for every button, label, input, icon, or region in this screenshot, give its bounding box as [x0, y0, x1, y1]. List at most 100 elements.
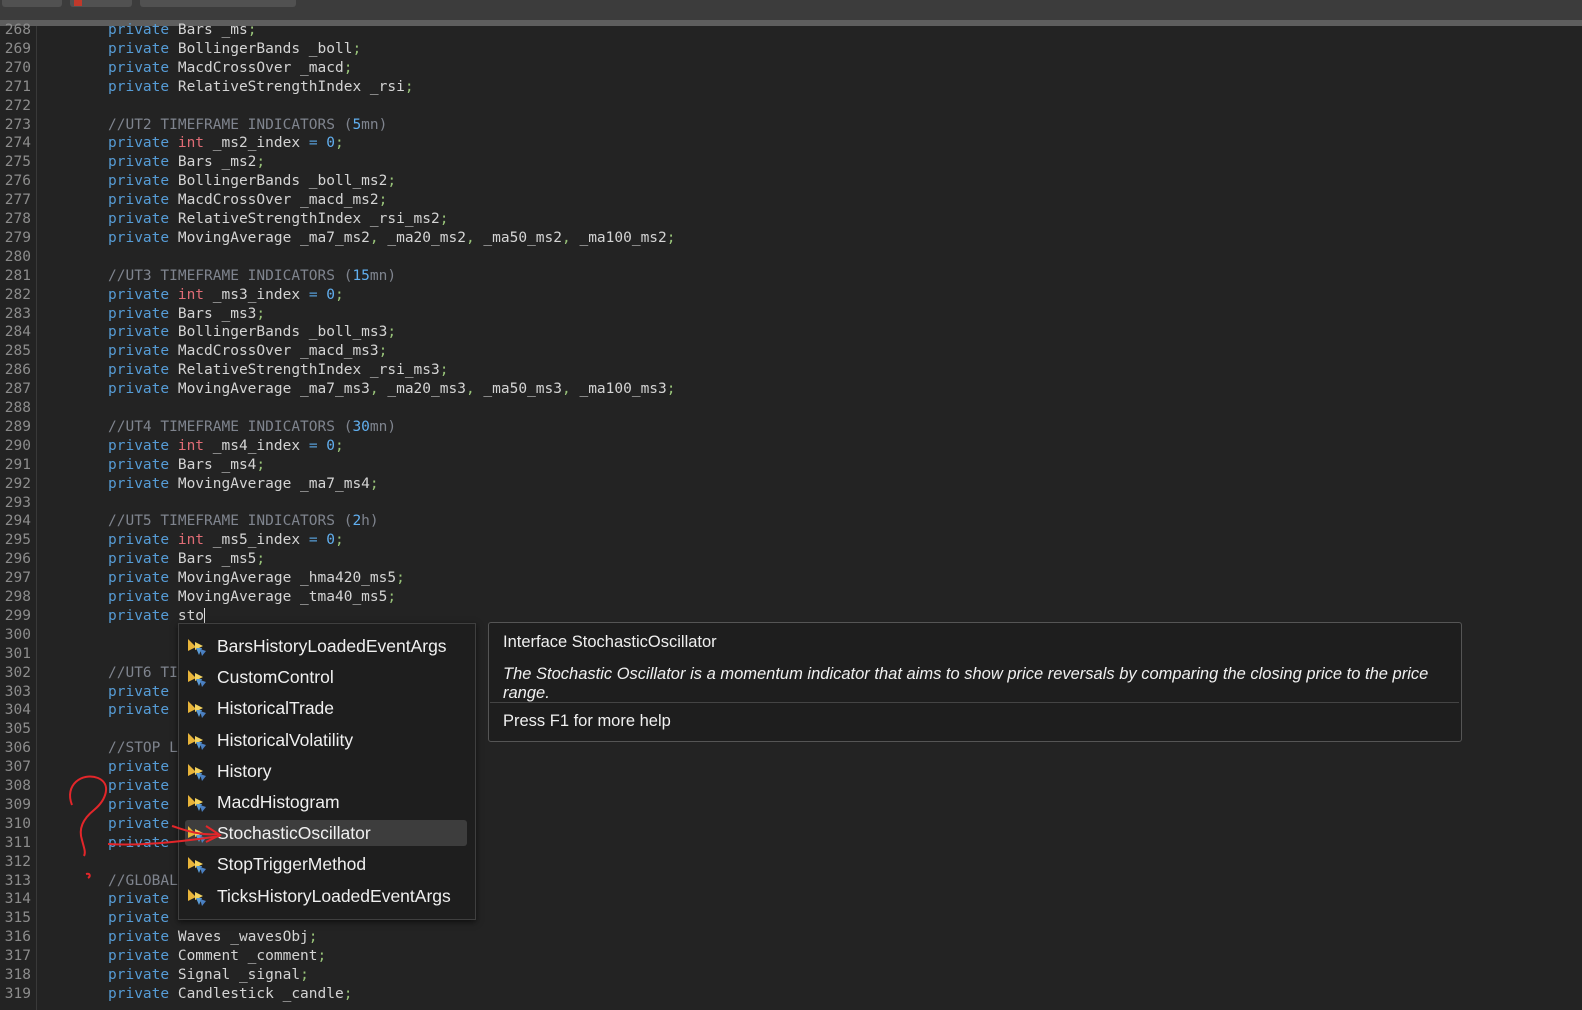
line-number: 281	[4, 267, 31, 284]
code-token: private	[108, 381, 178, 398]
code-token: MacdCrossOver _macd_ms2	[177, 192, 379, 209]
line-number: 297	[4, 570, 31, 587]
code-token: private	[108, 929, 178, 946]
completion-item-label: TicksHistoryLoadedEventArgs	[217, 885, 451, 906]
code-text: private int _ms5_index = 0;	[108, 531, 344, 550]
code-line[interactable]: 278 private RelativeStrengthIndex _rsi_ms…	[0, 210, 1582, 229]
editor-tab[interactable]	[2, 0, 62, 7]
completion-item[interactable]: HistoricalTrade	[185, 695, 467, 721]
completion-item-label: CustomControl	[217, 667, 334, 688]
code-token: private	[108, 40, 178, 57]
code-text: //UT4 TIMEFRAME INDICATORS (30mn)	[108, 418, 396, 437]
code-token: _ma100_ms2	[570, 229, 667, 246]
completion-item[interactable]: HistoricalVolatility	[185, 727, 467, 753]
code-token: RelativeStrengthIndex _rsi_ms3	[177, 362, 440, 379]
code-line[interactable]: 270 private MacdCrossOver _macd;	[0, 59, 1582, 78]
code-line[interactable]: 280	[0, 248, 1582, 267]
code-token: //UT5 TIMEFRAME INDICATORS (	[108, 513, 353, 530]
editor-tab[interactable]	[140, 0, 296, 7]
code-token: _ms2_index	[204, 135, 309, 152]
completion-item[interactable]: BarsHistoryLoadedEventArgs	[185, 633, 467, 659]
code-text: private Bars _ms3;	[108, 305, 265, 324]
code-token: Bars _ms	[177, 22, 248, 38]
code-line[interactable]: 291 private Bars _ms4;	[0, 456, 1582, 475]
code-line[interactable]: 283 private Bars _ms3;	[0, 305, 1582, 324]
line-number: 303	[4, 683, 31, 700]
code-line[interactable]: 294 //UT5 TIMEFRAME INDICATORS (2h)	[0, 512, 1582, 531]
code-token: ;	[256, 154, 266, 171]
code-token: 2	[352, 513, 362, 530]
code-token: private	[108, 59, 178, 76]
code-text: //UT3 TIMEFRAME INDICATORS (15mn)	[108, 267, 396, 286]
code-token: private	[108, 324, 178, 341]
code-token: ;	[256, 551, 266, 568]
code-token: ;	[352, 40, 362, 57]
code-line[interactable]: 275 private Bars _ms2;	[0, 153, 1582, 172]
code-text: private RelativeStrengthIndex _rsi;	[108, 78, 414, 97]
code-line[interactable]: 284 private BollingerBands _boll_ms3;	[0, 323, 1582, 342]
code-line[interactable]: 285 private MacdCrossOver _macd_ms3;	[0, 342, 1582, 361]
line-number: 274	[4, 135, 31, 152]
code-line[interactable]: 296 private Bars _ms5;	[0, 550, 1582, 569]
tooltip-description: The Stochastic Oscillator is a momentum …	[503, 665, 1429, 702]
code-token: private	[108, 891, 170, 908]
code-token: private	[108, 173, 178, 190]
code-line[interactable]: 288	[0, 399, 1582, 418]
completion-item-label: HistoricalVolatility	[217, 729, 354, 750]
code-token: private	[108, 551, 178, 568]
code-line[interactable]: 277 private MacdCrossOver _macd_ms2;	[0, 191, 1582, 210]
code-line[interactable]: 268 private Bars _ms;	[0, 21, 1582, 40]
code-line[interactable]: 319 private Candlestick _candle;	[0, 985, 1582, 1004]
code-line[interactable]: 274 private int _ms2_index = 0;	[0, 134, 1582, 153]
code-line[interactable]: 293	[0, 494, 1582, 513]
code-token: private	[108, 532, 178, 549]
code-token: ;	[387, 173, 397, 190]
code-line[interactable]: 317 private Comment _comment;	[0, 947, 1582, 966]
completion-item[interactable]: CustomControl	[185, 664, 467, 690]
line-number: 296	[4, 551, 31, 568]
code-line[interactable]: 272	[0, 97, 1582, 116]
code-text: private Comment _comment;	[108, 947, 326, 966]
code-token: _ma50_ms3	[474, 381, 562, 398]
code-line[interactable]: 298 private MovingAverage _tma40_ms5;	[0, 588, 1582, 607]
code-line[interactable]: 289 //UT4 TIMEFRAME INDICATORS (30mn)	[0, 418, 1582, 437]
code-text: private int _ms3_index = 0;	[108, 286, 344, 305]
code-line[interactable]: 316 private Waves _wavesObj;	[0, 928, 1582, 947]
code-line[interactable]: 282 private int _ms3_index = 0;	[0, 286, 1582, 305]
code-line[interactable]: 269 private BollingerBands _boll;	[0, 40, 1582, 59]
editor-tab[interactable]	[70, 0, 132, 7]
line-number: 317	[4, 948, 31, 965]
code-token: ;	[335, 532, 344, 549]
code-line[interactable]: 292 private MovingAverage _ma7_ms4;	[0, 475, 1582, 494]
code-line[interactable]: 295 private int _ms5_index = 0;	[0, 531, 1582, 550]
code-line[interactable]: 281 //UT3 TIMEFRAME INDICATORS (15mn)	[0, 267, 1582, 286]
code-line[interactable]: 287 private MovingAverage _ma7_ms3, _ma20…	[0, 380, 1582, 399]
code-token: =	[308, 532, 318, 549]
code-token: ,	[369, 381, 379, 398]
code-line[interactable]: 279 private MovingAverage _ma7_ms2, _ma20…	[0, 229, 1582, 248]
code-line[interactable]: 273 //UT2 TIMEFRAME INDICATORS (5mn)	[0, 116, 1582, 135]
code-line[interactable]: 290 private int _ms4_index = 0;	[0, 437, 1582, 456]
code-token: ;	[378, 192, 388, 209]
completion-tooltip: Interface StochasticOscillator The Stoch…	[488, 622, 1462, 742]
code-token: ,	[465, 381, 475, 398]
code-text: private Bars _ms;	[108, 21, 256, 40]
code-text: private Bars _ms2;	[108, 153, 265, 172]
code-token: mn)	[369, 418, 397, 435]
code-token: private	[108, 78, 178, 95]
code-line[interactable]: 318 private Signal _signal;	[0, 966, 1582, 985]
code-line[interactable]: 286 private RelativeStrengthIndex _rsi_ms…	[0, 361, 1582, 380]
code-token: BollingerBands _boll_ms3	[177, 324, 388, 341]
code-token: 0	[326, 437, 336, 454]
code-token: private	[108, 22, 178, 38]
code-token: 0	[326, 286, 336, 303]
code-line[interactable]: 271 private RelativeStrengthIndex _rsi;	[0, 78, 1582, 97]
line-number: 294	[4, 513, 31, 530]
code-line[interactable]: 276 private BollingerBands _boll_ms2;	[0, 172, 1582, 191]
code-token: 30	[352, 418, 370, 435]
code-text: private RelativeStrengthIndex _rsi_ms3;	[108, 361, 448, 380]
code-line[interactable]: 297 private MovingAverage _hma420_ms5;	[0, 569, 1582, 588]
code-token: ;	[666, 381, 676, 398]
